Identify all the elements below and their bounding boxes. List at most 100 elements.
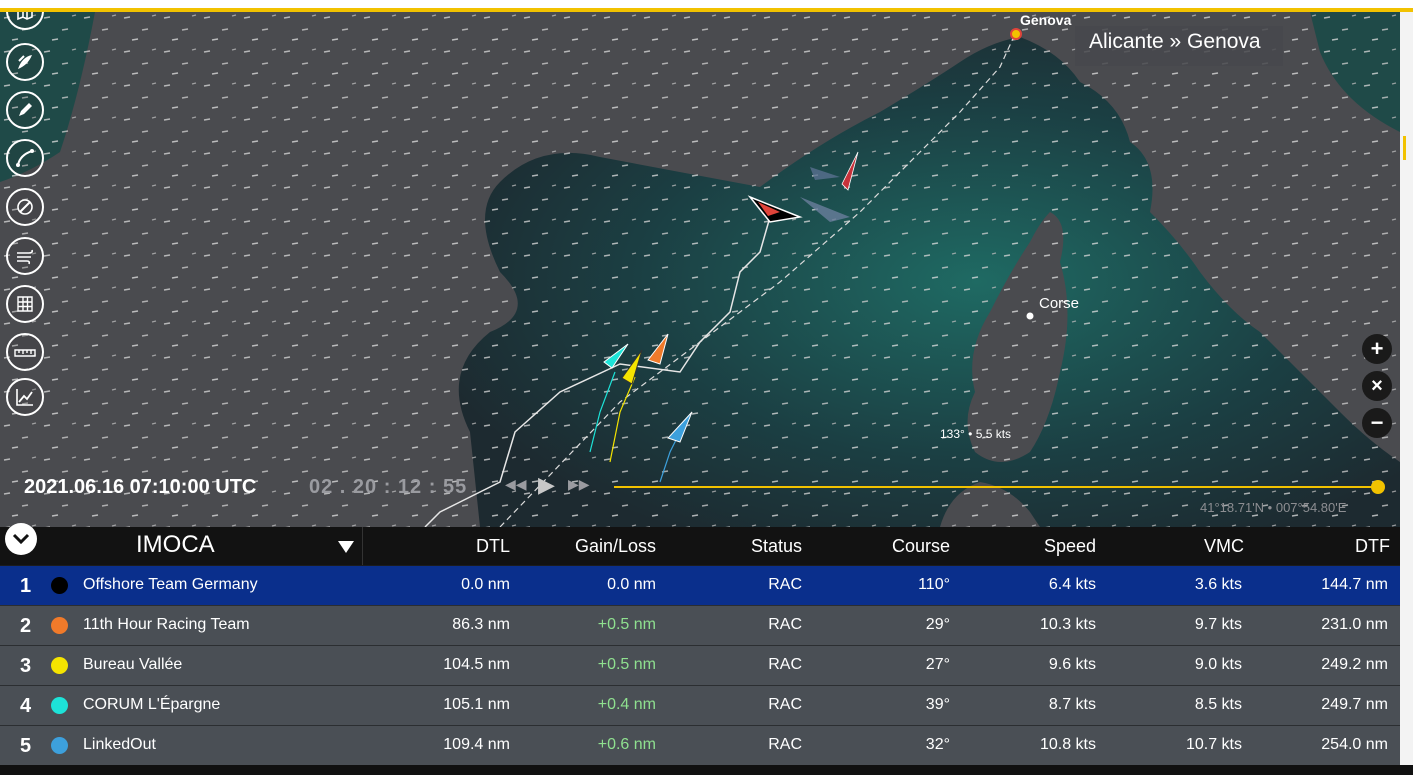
column-header-gain-loss[interactable]: Gain/Loss [540,536,656,557]
row-dtf: 249.7 nm [1321,696,1388,713]
row-team-name: LinkedOut [83,736,156,753]
team-color-dot [51,737,68,754]
zoom-in-button[interactable]: + [1362,334,1392,364]
column-header-dtl[interactable]: DTL [440,536,510,557]
column-header-status[interactable]: Status [700,536,802,557]
play-button[interactable]: ▶ [538,472,555,498]
column-header-vmc[interactable]: VMC [1150,536,1244,557]
row-gain-loss: +0.6 nm [597,736,656,753]
zoom-out-button[interactable]: − [1362,408,1392,438]
elapsed-time: 02 . 20 : 12 : 55 [309,476,468,498]
place-label-corse: Corse [1039,295,1080,312]
column-header-speed[interactable]: Speed [1000,536,1096,557]
ranking-header: IMOCA DTL Gain/Loss Status Course Speed … [0,527,1400,565]
row-gain-loss: +0.5 nm [597,616,656,633]
row-rank: 4 [20,695,32,717]
row-rank: 2 [20,615,32,637]
row-dtf: 254.0 nm [1321,736,1388,753]
genova-marker [1010,28,1022,40]
row-dtf: 144.7 nm [1321,576,1388,593]
grid-icon[interactable] [6,285,44,323]
row-gain-loss: 0.0 nm [607,576,656,593]
row-dtf: 249.2 nm [1321,656,1388,673]
team-color-dot [51,697,68,714]
collapse-panel-button[interactable] [5,523,37,555]
timeline-track[interactable] [614,486,1378,488]
ruler-icon[interactable] [6,333,44,371]
chevron-down-icon [12,533,30,545]
row-gain-loss: +0.5 nm [597,656,656,673]
page-scrollbar[interactable] [1400,12,1413,527]
row-rank: 5 [20,735,32,757]
corse-marker [1026,312,1034,320]
row-dtf: 231.0 nm [1321,616,1388,633]
sail-icon[interactable] [6,43,44,81]
bottom-strip [0,765,1413,775]
row-course: 110° [918,576,950,593]
top-bar [0,0,1413,12]
row-rank: 3 [20,655,32,677]
row-course: 27° [925,656,950,673]
column-header-course[interactable]: Course [850,536,950,557]
zoom-reset-button[interactable]: × [1362,371,1392,401]
table-row[interactable]: 2 11th Hour Racing Team 86.3 nm +0.5 nm … [0,606,1400,646]
place-label-genova: Genova [1020,12,1072,28]
row-speed: 10.3 kts [1039,616,1096,633]
row-rank: 1 [20,575,32,597]
wind-readout: 133° • 5.5 kts [940,427,1012,441]
map-canvas [0,12,1400,527]
chart-icon[interactable] [6,378,44,416]
row-dtl: 105.1 nm [443,696,510,713]
pencil-icon[interactable] [6,91,44,129]
row-course: 29° [925,616,950,633]
caret-down-icon [338,541,354,553]
row-team-name: Bureau Vallée [83,656,183,673]
class-selector-label: IMOCA [136,531,215,558]
table-row[interactable]: 3 Bureau Vallée 104.5 nm +0.5 nm RAC 27°… [0,646,1400,686]
row-vmc: 10.7 kts [1185,736,1242,753]
scrollbar-indicator [1403,136,1406,160]
team-color-dot [51,657,68,674]
team-color-dot [51,577,68,594]
row-course: 32° [925,736,950,753]
row-status: RAC [768,576,802,593]
row-dtl: 86.3 nm [452,616,510,633]
row-course: 39° [925,696,950,713]
timeline-handle[interactable] [1371,480,1385,494]
compass-icon[interactable] [6,188,44,226]
cursor-coordinates: 41°18.71'N • 007°54.80'E [1200,500,1347,515]
fast-forward-button[interactable]: ▶▶ [568,476,590,493]
race-title: Alicante » Genova [1075,26,1283,66]
row-vmc: 3.6 kts [1194,576,1242,593]
row-vmc: 9.0 kts [1194,656,1242,673]
row-speed: 10.8 kts [1039,736,1096,753]
row-dtl: 0.0 nm [461,576,510,593]
playback-datetime: 2021.06.16 07:10:00 UTC [24,476,257,498]
row-speed: 8.7 kts [1048,696,1096,713]
row-speed: 6.4 kts [1048,576,1096,593]
row-status: RAC [768,656,802,673]
row-status: RAC [768,736,802,753]
row-speed: 9.6 kts [1048,656,1096,673]
row-gain-loss: +0.4 nm [597,696,656,713]
race-map[interactable]: Alicante » Genova Genova Corse + × − 133… [0,12,1400,527]
row-status: RAC [768,616,802,633]
table-row[interactable]: 1 Offshore Team Germany 0.0 nm 0.0 nm RA… [0,566,1400,606]
row-status: RAC [768,696,802,713]
route-icon[interactable] [6,139,44,177]
wind-icon[interactable] [6,237,44,275]
column-header-dtf[interactable]: DTF [1320,536,1390,557]
row-vmc: 9.7 kts [1194,616,1242,633]
table-scrollbar[interactable] [1400,527,1413,767]
row-team-name: Offshore Team Germany [83,576,258,593]
row-dtl: 104.5 nm [443,656,510,673]
team-color-dot [51,617,68,634]
row-team-name: CORUM L'Épargne [83,696,221,713]
table-row[interactable]: 4 CORUM L'Épargne 105.1 nm +0.4 nm RAC 3… [0,686,1400,726]
row-team-name: 11th Hour Racing Team [83,616,250,633]
class-selector[interactable]: IMOCA [40,527,363,565]
row-dtl: 109.4 nm [443,736,510,753]
table-row[interactable]: 5 LinkedOut 109.4 nm +0.6 nm RAC 32° 10.… [0,726,1400,766]
row-vmc: 8.5 kts [1194,696,1242,713]
rewind-button[interactable]: ◀◀ [505,476,527,493]
